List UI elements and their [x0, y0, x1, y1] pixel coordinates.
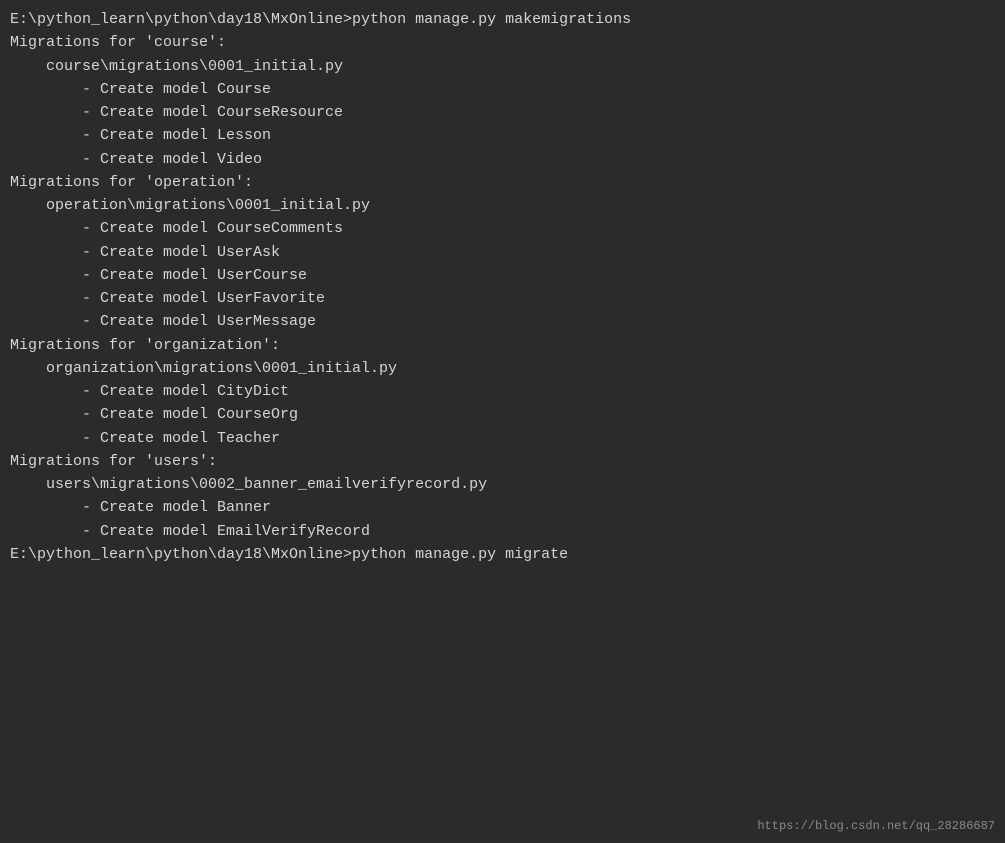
- terminal-line: Migrations for 'operation':: [10, 171, 995, 194]
- terminal-line: - Create model Course: [10, 78, 995, 101]
- terminal-window: E:\python_learn\python\day18\MxOnline>py…: [0, 0, 1005, 843]
- terminal-line: - Create model Teacher: [10, 427, 995, 450]
- terminal-line: - Create model UserAsk: [10, 241, 995, 264]
- terminal-line: - Create model Banner: [10, 496, 995, 519]
- terminal-line: - Create model CityDict: [10, 380, 995, 403]
- terminal-line: - Create model EmailVerifyRecord: [10, 520, 995, 543]
- terminal-line: operation\migrations\0001_initial.py: [10, 194, 995, 217]
- terminal-line: users\migrations\0002_banner_emailverify…: [10, 473, 995, 496]
- terminal-content: E:\python_learn\python\day18\MxOnline>py…: [10, 8, 995, 566]
- terminal-line: - Create model UserMessage: [10, 310, 995, 333]
- terminal-line: Migrations for 'course':: [10, 31, 995, 54]
- terminal-line: - Create model Lesson: [10, 124, 995, 147]
- watermark: https://blog.csdn.net/qq_28286687: [757, 819, 995, 833]
- terminal-line: - Create model CourseOrg: [10, 403, 995, 426]
- terminal-line: - Create model UserCourse: [10, 264, 995, 287]
- terminal-line: Migrations for 'organization':: [10, 334, 995, 357]
- terminal-line: - Create model Video: [10, 148, 995, 171]
- terminal-line: - Create model CourseResource: [10, 101, 995, 124]
- terminal-line: - Create model UserFavorite: [10, 287, 995, 310]
- terminal-line: E:\python_learn\python\day18\MxOnline>py…: [10, 543, 995, 566]
- terminal-line: organization\migrations\0001_initial.py: [10, 357, 995, 380]
- terminal-line: course\migrations\0001_initial.py: [10, 55, 995, 78]
- terminal-line: Migrations for 'users':: [10, 450, 995, 473]
- terminal-line: E:\python_learn\python\day18\MxOnline>py…: [10, 8, 995, 31]
- terminal-line: - Create model CourseComments: [10, 217, 995, 240]
